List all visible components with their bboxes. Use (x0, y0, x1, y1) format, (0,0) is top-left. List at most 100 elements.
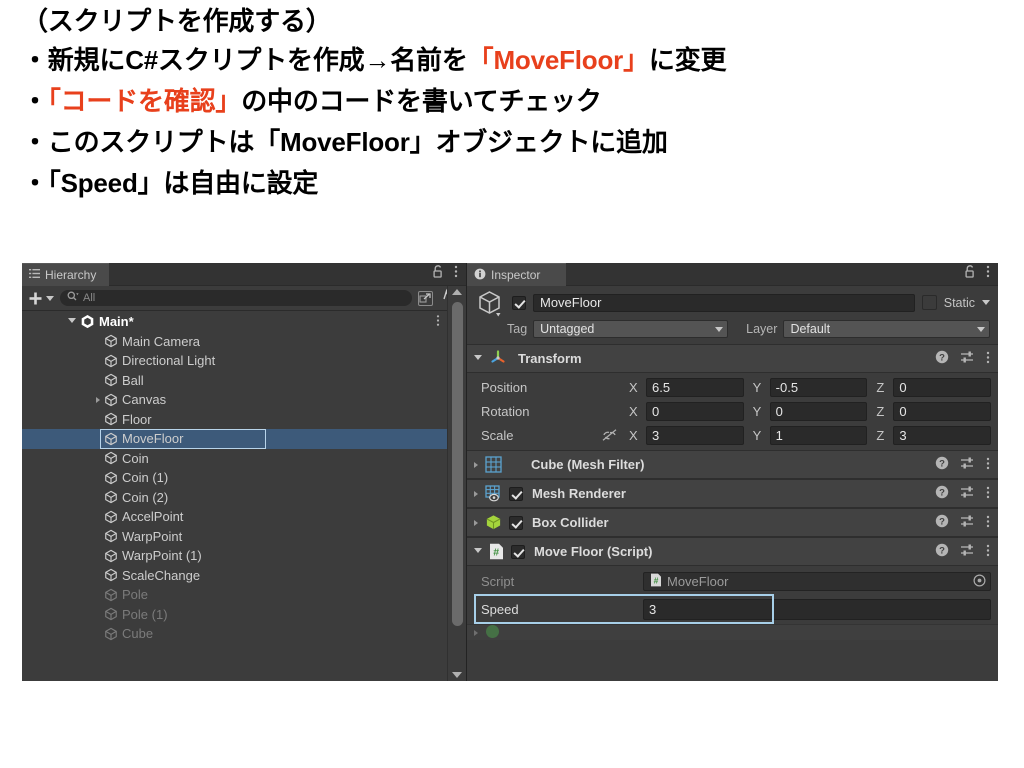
preset-icon[interactable] (960, 456, 975, 473)
component-header-cube-mesh-filter[interactable]: Cube (Mesh Filter)? (467, 450, 998, 479)
foldout-expanded-icon[interactable] (68, 317, 76, 326)
position-y-input[interactable]: -0.5 (769, 377, 868, 397)
component-enabled-checkbox[interactable] (509, 515, 523, 530)
search-extend-icon[interactable] (418, 290, 433, 306)
gameobject-enabled-checkbox[interactable] (512, 295, 526, 310)
axis-label-x: X (629, 379, 638, 395)
preset-icon[interactable] (960, 350, 975, 367)
axis-label-x: X (629, 403, 638, 419)
hierarchy-item-pole-1[interactable]: Pole (1) (22, 605, 466, 625)
static-checkbox[interactable] (921, 295, 937, 310)
kebab-menu-icon[interactable] (986, 515, 990, 531)
position-x-input[interactable]: 6.5 (646, 377, 744, 397)
hierarchy-item-main[interactable]: Main* (22, 312, 466, 332)
hierarchy-item-warppoint-1[interactable]: WarpPoint (1) (22, 546, 466, 566)
object-picker-icon[interactable] (973, 573, 986, 590)
foldout-collapsed-icon[interactable] (96, 396, 100, 403)
help-icon[interactable]: ? (935, 485, 949, 502)
hierarchy-item-accelpoint[interactable]: AccelPoint (22, 507, 466, 527)
kebab-menu-icon[interactable] (436, 314, 440, 329)
hierarchy-item-directional-light[interactable]: Directional Light (22, 351, 466, 371)
position-z-input[interactable]: 0 (893, 377, 992, 397)
rotation-y-input[interactable]: 0 (769, 401, 868, 421)
slide-line: ・このスクリプトは「MoveFloor」オブジェクトに追加 (22, 129, 1012, 155)
help-icon[interactable]: ? (935, 456, 949, 473)
kebab-menu-icon[interactable] (986, 457, 990, 473)
axis-label-x: X (629, 427, 638, 443)
tab-inspector[interactable]: Inspector (467, 263, 567, 286)
hierarchy-scrollbar[interactable] (447, 286, 466, 681)
hierarchy-item-warppoint[interactable]: WarpPoint (22, 527, 466, 547)
hierarchy-item-coin-1[interactable]: Coin (1) (22, 468, 466, 488)
slide-segment-accent: 「MoveFloor」 (467, 45, 649, 75)
component-header-box-collider[interactable]: Box Collider? (467, 508, 998, 537)
scale-y-input[interactable]: 1 (769, 425, 868, 445)
field-value: 0 (775, 403, 783, 419)
hierarchy-item-coin[interactable]: Coin (22, 449, 466, 469)
component-enabled-checkbox[interactable] (511, 544, 525, 559)
hierarchy-tree[interactable]: Main* Main Camera Directional Light Ball Can… (22, 311, 466, 681)
scale-z-input[interactable]: 3 (893, 425, 992, 445)
hierarchy-item-label: Coin (2) (122, 489, 169, 505)
gameobject-icon[interactable] (475, 288, 505, 318)
help-icon[interactable]: ? (935, 350, 949, 367)
inspector-panel: Inspector MoveFloor Static Tag Untagged … (467, 263, 998, 681)
lock-icon[interactable] (964, 265, 976, 283)
hierarchy-icon (29, 268, 40, 282)
hierarchy-item-pole[interactable]: Pole (22, 585, 466, 605)
foldout-collapsed-icon[interactable] (474, 519, 478, 526)
hierarchy-item-main-camera[interactable]: Main Camera (22, 332, 466, 352)
scroll-down-arrow-icon[interactable] (452, 672, 462, 678)
scrollbar-track[interactable] (448, 298, 466, 669)
gameobject-icon (104, 490, 118, 504)
svg-text:?: ? (939, 488, 945, 499)
rotation-x-input[interactable]: 0 (646, 401, 744, 421)
help-icon[interactable]: ? (935, 514, 949, 531)
script-object-field[interactable]: # MoveFloor (643, 572, 991, 591)
lock-icon[interactable] (432, 265, 444, 283)
speed-input[interactable]: 3 (643, 598, 991, 620)
hierarchy-item-scalechange[interactable]: ScaleChange (22, 566, 466, 586)
tag-dropdown[interactable]: Untagged (533, 320, 729, 338)
preset-icon[interactable] (960, 514, 975, 531)
component-header-transform[interactable]: Transform ? (467, 344, 998, 373)
kebab-menu-icon[interactable] (454, 265, 458, 283)
tab-hierarchy[interactable]: Hierarchy (22, 263, 110, 286)
layer-dropdown[interactable]: Default (783, 320, 990, 338)
component-enabled-checkbox[interactable] (509, 486, 523, 501)
field-value: 3 (652, 427, 660, 443)
preset-icon[interactable] (960, 543, 975, 560)
gameobject-icon (104, 568, 118, 582)
kebab-menu-icon[interactable] (986, 265, 990, 283)
create-gameobject-button[interactable] (28, 291, 54, 306)
slide-line: ・「コードを確認」の中のコードを書いてチェック (22, 88, 1012, 114)
component-header-icons: ? (935, 485, 990, 502)
foldout-collapsed-icon[interactable] (474, 461, 478, 468)
foldout-collapsed-icon[interactable] (474, 490, 478, 497)
hierarchy-item-movefloor[interactable]: MoveFloor (22, 429, 466, 449)
kebab-menu-icon[interactable] (986, 351, 990, 367)
gameobject-name-input[interactable]: MoveFloor (533, 293, 915, 312)
search-input[interactable]: All (60, 290, 412, 306)
hierarchy-item-canvas[interactable]: Canvas (22, 390, 466, 410)
component-header-move-floor-script[interactable]: # Move Floor (Script)? (467, 537, 998, 566)
hierarchy-item-cube[interactable]: Cube (22, 624, 466, 644)
kebab-menu-icon[interactable] (986, 486, 990, 502)
hierarchy-item-coin-2[interactable]: Coin (2) (22, 488, 466, 508)
rotation-z-input[interactable]: 0 (893, 401, 992, 421)
scrollbar-thumb[interactable] (452, 302, 463, 626)
foldout-expanded-icon[interactable] (474, 547, 482, 556)
foldout-expanded-icon[interactable] (474, 354, 482, 363)
constrain-proportions-icon[interactable] (601, 428, 629, 442)
preset-icon[interactable] (960, 485, 975, 502)
chevron-down-icon (46, 295, 54, 301)
hierarchy-item-floor[interactable]: Floor (22, 410, 466, 430)
help-icon[interactable]: ? (935, 543, 949, 560)
scale-x-input[interactable]: 3 (646, 425, 744, 445)
hierarchy-item-ball[interactable]: Ball (22, 371, 466, 391)
kebab-menu-icon[interactable] (986, 544, 990, 560)
component-header-mesh-renderer[interactable]: Mesh Renderer? (467, 479, 998, 508)
scroll-up-arrow-icon[interactable] (452, 289, 462, 295)
hierarchy-item-label: MoveFloor (122, 431, 184, 447)
static-dropdown-icon[interactable] (982, 300, 990, 305)
